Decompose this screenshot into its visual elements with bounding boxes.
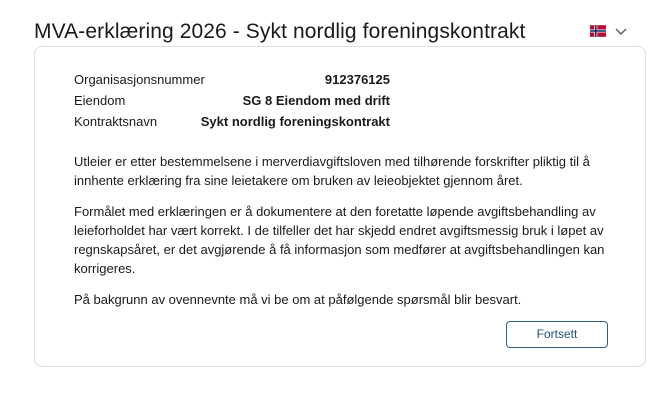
info-value: Sykt nordlig foreningskontrakt <box>200 114 390 129</box>
continue-button[interactable]: Fortsett <box>506 321 608 348</box>
chevron-down-icon <box>615 28 627 35</box>
page-header: MVA-erklæring 2026 - Sykt nordlig foreni… <box>34 18 634 48</box>
intro-paragraph: Utleier er etter bestemmelsene i merverd… <box>74 154 590 188</box>
info-row-eiendom: Eiendom SG 8 Eiendom med drift <box>74 91 390 112</box>
page-title: MVA-erklæring 2026 - Sykt nordlig foreni… <box>34 20 526 43</box>
info-row-organisasjonsnummer: Organisasjonsnummer 912376125 <box>74 70 390 91</box>
norway-flag-icon <box>590 25 606 37</box>
info-row-kontraktsnavn: Kontraktsnavn Sykt nordlig foreningskont… <box>74 112 390 133</box>
language-selector[interactable] <box>590 23 630 41</box>
page: MVA-erklæring 2026 - Sykt nordlig foreni… <box>0 0 670 395</box>
request-paragraph: På bakgrunn av ovennevnte må vi be om at… <box>74 292 522 307</box>
purpose-paragraph: Formålet med erklæringen er å dokumenter… <box>74 204 605 276</box>
info-label: Eiendom <box>74 93 126 108</box>
info-value: SG 8 Eiendom med drift <box>242 93 390 108</box>
declaration-card: Organisasjonsnummer 912376125 Eiendom SG… <box>34 46 646 367</box>
info-table: Organisasjonsnummer 912376125 Eiendom SG… <box>74 70 390 133</box>
info-label: Organisasjonsnummer <box>74 72 205 87</box>
info-label: Kontraktsnavn <box>74 114 158 129</box>
info-value: 912376125 <box>324 72 390 87</box>
